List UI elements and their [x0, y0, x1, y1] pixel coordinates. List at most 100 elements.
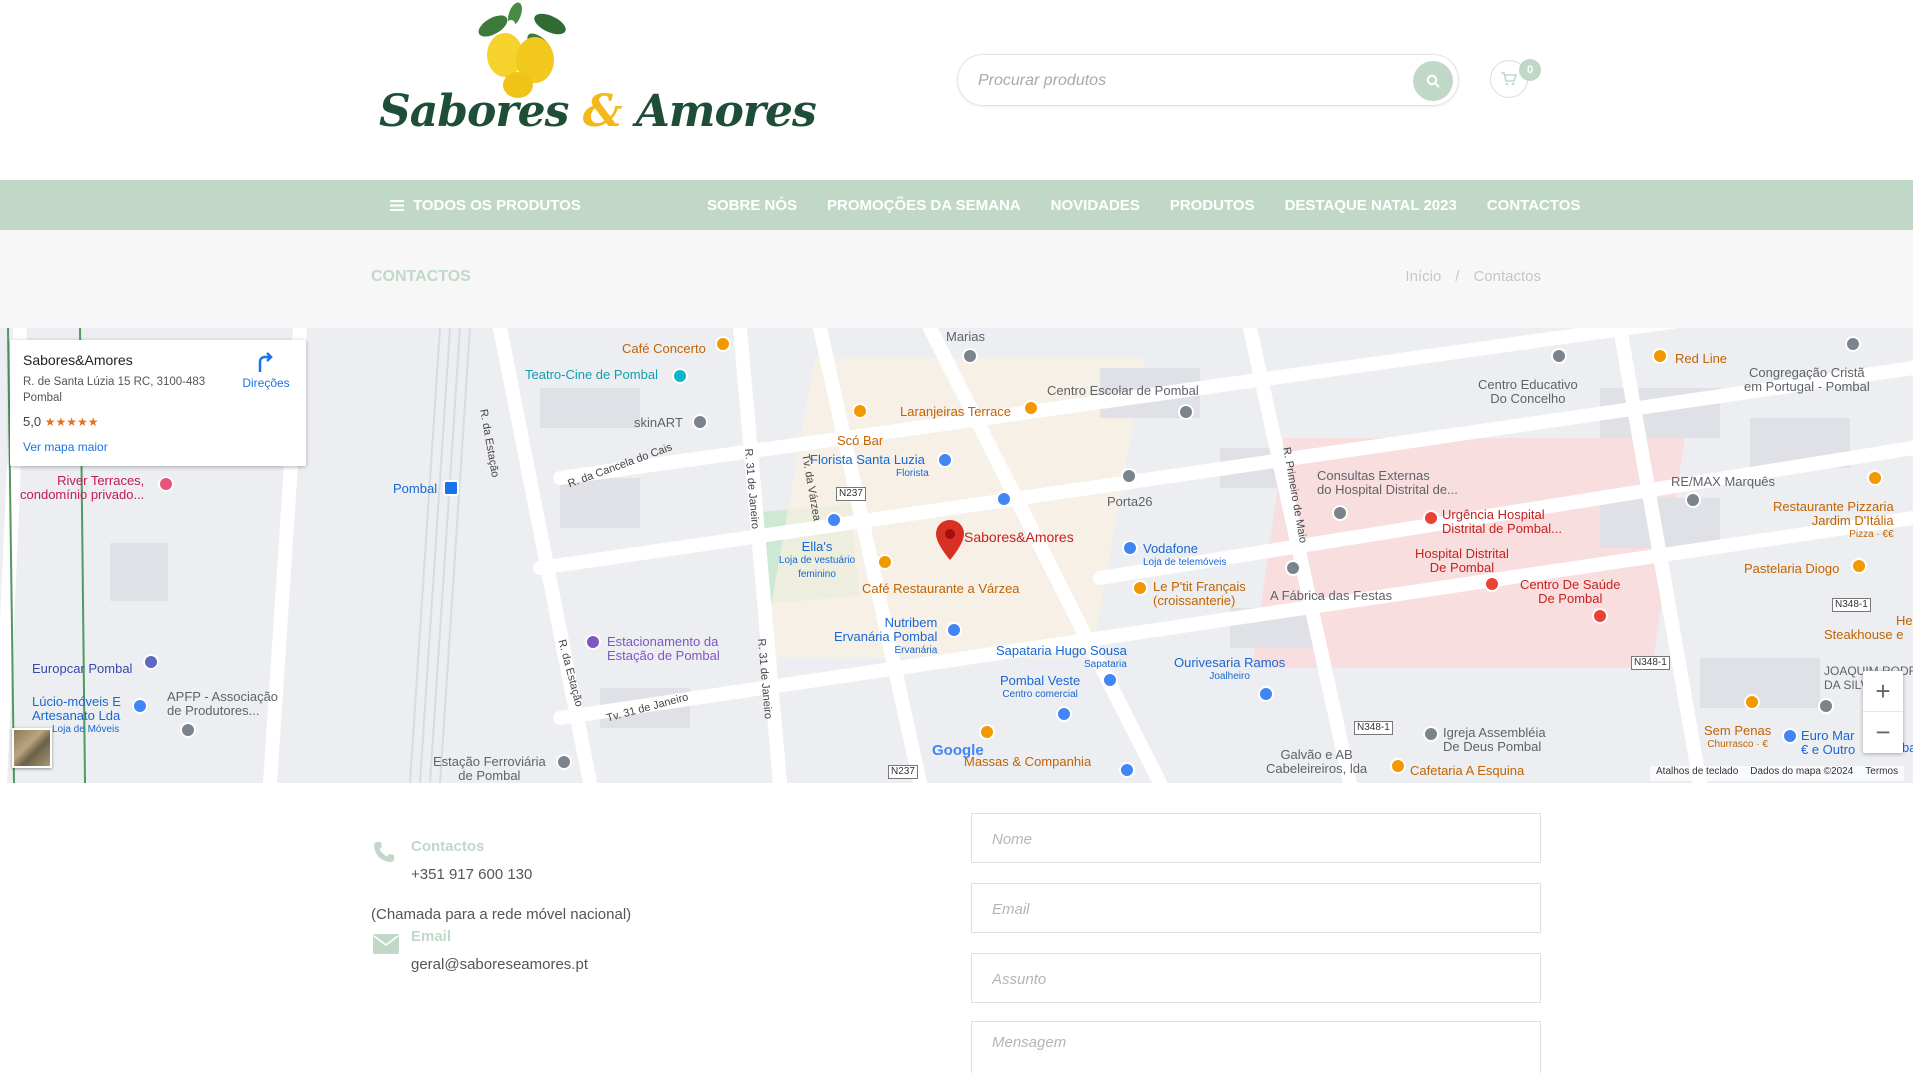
place-rating: 5,0 ★★★★★	[23, 414, 99, 429]
poi-restaurant-icon	[979, 724, 995, 740]
poi-shop-icon	[1122, 540, 1138, 556]
terms-link[interactable]: Termos	[1865, 766, 1898, 781]
poi-shop-icon	[946, 622, 962, 638]
poi-pin-icon	[1121, 468, 1137, 484]
lemon-logo-icon	[478, 2, 566, 98]
poi-pin-icon	[556, 754, 572, 770]
poi-restaurant-icon	[877, 554, 893, 570]
breadcrumb-bar: CONTACTOS Início / Contactos	[0, 230, 1913, 328]
map-label: Euro Mar € e Outro	[1801, 728, 1856, 757]
nav-link-produtos[interactable]: PRODUTOS	[1170, 197, 1255, 214]
map-label: Estacionamento da Estação de Pombal	[607, 634, 720, 663]
phone-label: Contactos	[411, 838, 485, 855]
nav-link-sobre-nos[interactable]: SOBRE NÓS	[707, 197, 797, 214]
message-textarea[interactable]	[992, 1034, 1512, 1060]
place-title: Sabores&Amores	[23, 352, 133, 368]
zoom-out-button[interactable]: −	[1863, 712, 1903, 753]
map-label: Europcar Pombal	[32, 661, 133, 676]
map-label: Estação Ferroviária de Pombal	[433, 754, 546, 783]
page-title: CONTACTOS	[371, 268, 471, 285]
map-label: River Terraces, condomínio privado...	[20, 473, 145, 502]
road-number-tag: N348-1	[1631, 656, 1670, 670]
map-label: Sem Penas Churrasco · €	[1704, 723, 1772, 751]
map-label: Scó Bar	[837, 433, 884, 448]
map-label: ba	[1902, 740, 1913, 755]
nav-link-contactos[interactable]: CONTACTOS	[1487, 197, 1581, 214]
poi-pin-icon	[1285, 560, 1301, 576]
map-label: Hospital Distrital De Pombal	[1415, 546, 1509, 575]
poi-church-icon	[1423, 726, 1439, 742]
map-label: RE/MAX Marquês	[1671, 474, 1776, 489]
poi-hotel-icon	[158, 476, 174, 492]
poi-cafe-icon	[715, 336, 731, 352]
poi-car-rental-icon	[143, 654, 159, 670]
keyboard-shortcuts-link[interactable]: Atalhos de teclado	[1656, 766, 1738, 781]
map-label: Centro De Saúde De Pombal	[1520, 577, 1621, 606]
map-label: Pombal	[393, 481, 438, 496]
map-label: Restaurante Pizzaria Jardim D'Itália Pizza…	[1773, 499, 1894, 541]
satellite-toggle[interactable]	[12, 728, 52, 768]
poi-shop-icon	[937, 452, 953, 468]
poi-bar-icon	[1652, 348, 1668, 364]
breadcrumb: Início / Contactos	[1405, 268, 1541, 285]
search-button[interactable]	[1413, 61, 1453, 101]
search-bar	[957, 54, 1459, 106]
map-label: Consultas Externas do Hospital Distrital …	[1317, 468, 1458, 497]
poi-shop-icon	[996, 491, 1012, 507]
map-attribution: Atalhos de teclado Dados do mapa ©2024 T…	[1650, 766, 1905, 781]
poi-pin-icon	[1685, 492, 1701, 508]
site-logo[interactable]: Sabores & Amores	[375, 0, 817, 150]
name-field	[971, 813, 1541, 863]
all-products-menu[interactable]: TODOS OS PRODUTOS	[390, 180, 581, 230]
poi-shop-icon	[826, 512, 842, 528]
breadcrumb-home[interactable]: Início	[1405, 268, 1441, 285]
map-label: Ourivesaria Ramos Joalheiro	[1174, 655, 1286, 683]
map-label: skinART	[634, 415, 683, 430]
search-input[interactable]	[978, 67, 1358, 95]
poi-shop-icon	[132, 698, 148, 714]
main-nav: TODOS OS PRODUTOS SOBRE NÓS PROMOÇÕES DA…	[0, 180, 1913, 230]
nav-link-promocoes[interactable]: PROMOÇÕES DA SEMANA	[827, 197, 1021, 214]
larger-map-link[interactable]: Ver mapa maior	[23, 440, 108, 454]
poi-pin-icon	[1332, 505, 1348, 521]
map-label: Laranjeiras Terrace	[900, 404, 1012, 419]
marker-label: Sabores&Amores	[964, 529, 1074, 545]
poi-restaurant-icon	[1744, 694, 1760, 710]
map-label: Sapataria Hugo Sousa Sapataria	[996, 643, 1127, 671]
breadcrumb-current: Contactos	[1473, 268, 1541, 285]
nav-link-novidades[interactable]: NOVIDADES	[1051, 197, 1140, 214]
poi-hospital-icon	[1423, 510, 1439, 526]
subject-input[interactable]	[992, 966, 1512, 992]
map-label: Pastelaria Diogo	[1744, 561, 1840, 576]
phone-number[interactable]: +351 917 600 130	[411, 866, 532, 883]
poi-pin-icon	[962, 348, 978, 364]
poi-restaurant-icon	[1023, 400, 1039, 416]
location-marker-icon	[936, 520, 964, 560]
map-label: Galvão e AB Cabeleireiros, lda	[1266, 747, 1368, 776]
directions-icon	[258, 352, 273, 372]
road-number-tag: N237	[836, 487, 866, 501]
poi-school-icon	[1178, 404, 1194, 420]
map-label: Centro Escolar de Pombal	[1047, 383, 1199, 398]
name-input[interactable]	[992, 826, 1512, 852]
nav-link-natal[interactable]: DESTAQUE NATAL 2023	[1285, 197, 1457, 214]
map-label: Ella's Loja de vestuário feminino	[778, 539, 856, 581]
zoom-in-button[interactable]: +	[1863, 671, 1903, 712]
logo-text: Sabores & Amores	[379, 86, 817, 137]
poi-shop-icon	[1258, 686, 1274, 702]
poi-restaurant-icon	[1132, 580, 1148, 596]
poi-pin-icon	[692, 414, 708, 430]
map-label: Congregação Cristã em Portugal - Pombal	[1744, 365, 1870, 394]
all-products-label: TODOS OS PRODUTOS	[413, 196, 581, 214]
map-data-link[interactable]: Dados do mapa ©2024	[1750, 766, 1853, 781]
email-address[interactable]: geral@saboreseamores.pt	[411, 956, 588, 973]
directions-button[interactable]: Direções	[236, 352, 296, 390]
road-number-tag: N348-1	[1832, 598, 1871, 612]
place-address: R. de Santa Lúzia 15 RC, 3100-483 Pombal	[23, 376, 206, 404]
poi-theater-icon	[672, 368, 688, 384]
map-label: Steakhouse e	[1824, 627, 1904, 642]
map-label: Porta26	[1107, 494, 1153, 509]
email-input[interactable]	[992, 896, 1512, 922]
map-label: Café Restaurante a Várzea	[862, 581, 1020, 596]
map-label: Florista Santa Luzia Florista	[810, 452, 929, 480]
